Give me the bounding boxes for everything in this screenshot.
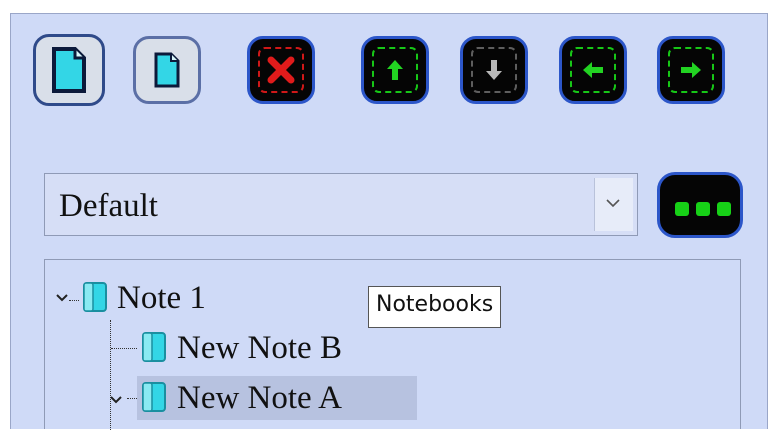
arrow-left-icon	[583, 62, 603, 78]
new-sub-note-button[interactable]	[133, 36, 201, 104]
tooltip: Notebooks	[368, 286, 502, 328]
notebook-select[interactable]: Default	[44, 173, 638, 236]
note-icon	[83, 282, 107, 312]
delete-button[interactable]	[247, 36, 315, 104]
note-icon	[142, 382, 166, 412]
tree-node-label: Note 1	[117, 280, 206, 316]
move-right-button[interactable]	[657, 36, 725, 104]
tree-node[interactable]: Note 1	[45, 278, 345, 318]
ellipsis-icon	[675, 202, 689, 216]
document-icon	[52, 47, 86, 93]
notebook-select-value: Default	[59, 188, 158, 224]
chevron-down-icon[interactable]	[109, 395, 123, 405]
notes-tree[interactable]: Note 1 New Note B New Note A	[44, 259, 741, 430]
tree-node[interactable]: New Note B	[45, 328, 445, 368]
dropdown-button[interactable]	[594, 178, 633, 231]
move-up-button[interactable]	[361, 36, 429, 104]
more-options-button[interactable]	[657, 172, 743, 238]
arrow-down-icon	[486, 60, 502, 80]
move-left-button[interactable]	[559, 36, 627, 104]
arrow-right-icon	[681, 62, 701, 78]
chevron-down-icon	[606, 199, 620, 208]
arrow-up-icon	[387, 60, 403, 80]
new-notebook-button[interactable]	[33, 34, 105, 106]
tree-node-label: New Note B	[177, 330, 342, 366]
note-icon	[142, 332, 166, 362]
tree-node-selected[interactable]: New Note A	[45, 376, 445, 420]
move-down-button[interactable]	[460, 36, 528, 104]
notes-panel: Default Note 1 New Note B New Note A Not…	[10, 13, 768, 430]
red-x-icon	[267, 56, 295, 84]
tree-node-label: New Note A	[177, 380, 342, 416]
chevron-down-icon[interactable]	[55, 293, 69, 303]
document-icon	[154, 52, 180, 88]
